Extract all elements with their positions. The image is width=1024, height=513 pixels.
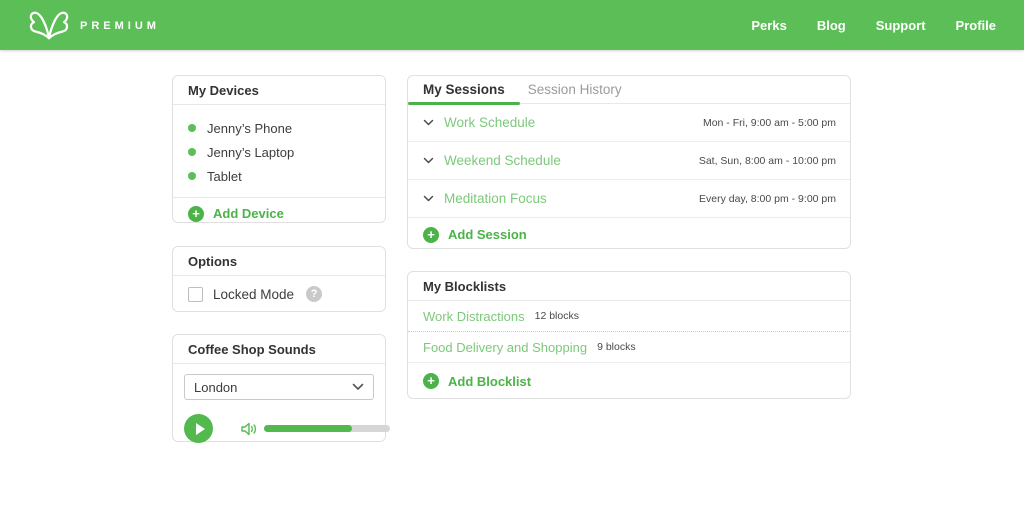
session-name-link[interactable]: Weekend Schedule <box>444 153 561 168</box>
blocklist-row-food-delivery: Food Delivery and Shopping 9 blocks <box>408 332 850 363</box>
session-name-link[interactable]: Work Schedule <box>444 115 535 130</box>
device-row: Jenny’s Phone <box>188 116 370 140</box>
volume-speaker-icon <box>241 422 258 436</box>
add-device-label: Add Device <box>213 206 284 221</box>
my-blocklists-card: My Blocklists Work Distractions 12 block… <box>407 271 851 399</box>
options-card: Options Locked Mode ? <box>172 246 386 312</box>
device-name: Jenny’s Phone <box>207 120 293 136</box>
coffee-shop-sounds-card: Coffee Shop Sounds London <box>172 334 390 443</box>
sounds-body: London <box>173 364 390 443</box>
session-schedule-text: Sat, Sun, 8:00 am - 10:00 pm <box>698 154 836 167</box>
plus-circle-icon: + <box>188 205 204 222</box>
sessions-tabs: My Sessions Session History <box>408 76 850 105</box>
play-icon <box>195 422 205 435</box>
top-header-bar: PREMIUM Perks Blog Support Profile <box>0 0 1024 50</box>
my-blocklists-title: My Blocklists <box>408 272 850 301</box>
my-devices-title: My Devices <box>173 76 385 105</box>
play-button[interactable] <box>184 414 213 443</box>
device-name: Jenny’s Laptop <box>207 144 295 160</box>
nav-perks[interactable]: Perks <box>751 18 786 33</box>
nav-blog[interactable]: Blog <box>817 18 846 33</box>
tab-session-history[interactable]: Session History <box>520 76 637 104</box>
device-name: Tablet <box>207 168 242 184</box>
add-device-button[interactable]: + Add Device <box>173 198 385 229</box>
add-session-button[interactable]: + Add Session <box>408 218 850 251</box>
add-blocklist-button[interactable]: + Add Blocklist <box>408 363 850 399</box>
plus-circle-icon: + <box>423 226 439 243</box>
coffee-shop-sounds-title: Coffee Shop Sounds <box>173 335 385 364</box>
brand-premium-label: PREMIUM <box>80 20 160 32</box>
chevron-down-icon[interactable] <box>423 157 434 164</box>
session-row-weekend-schedule: Weekend Schedule Sat, Sun, 8:00 am - 10:… <box>408 142 850 180</box>
device-row: Tablet <box>188 164 370 188</box>
blocklist-row-work-distractions: Work Distractions 12 blocks <box>408 301 850 332</box>
session-schedule-text: Mon - Fri, 9:00 am - 5:00 pm <box>702 116 836 129</box>
device-online-dot-icon <box>188 124 196 132</box>
player-row <box>184 414 390 443</box>
session-row-meditation-focus: Meditation Focus Every day, 8:00 pm - 9:… <box>408 180 850 218</box>
my-devices-card: My Devices Jenny’s Phone Jenny’s Laptop … <box>172 75 386 223</box>
device-online-dot-icon <box>188 172 196 180</box>
add-blocklist-label: Add Blocklist <box>448 373 532 389</box>
options-title: Options <box>173 247 385 276</box>
blocklist-name-link[interactable]: Food Delivery and Shopping <box>423 340 587 355</box>
tab-my-sessions[interactable]: My Sessions <box>408 76 520 105</box>
blocklist-count-text: 9 blocks <box>597 341 636 353</box>
help-question-icon[interactable]: ? <box>306 286 323 302</box>
chevron-down-icon <box>352 383 364 391</box>
top-navigation: Perks Blog Support Profile <box>751 18 996 33</box>
plus-circle-icon: + <box>423 373 439 389</box>
brand: PREMIUM <box>28 9 160 41</box>
nav-support[interactable]: Support <box>876 18 926 33</box>
device-list: Jenny’s Phone Jenny’s Laptop Tablet <box>173 105 385 198</box>
butterfly-logo-icon <box>29 11 69 40</box>
device-online-dot-icon <box>188 148 196 156</box>
locked-mode-label: Locked Mode <box>213 286 295 302</box>
session-schedule-text: Every day, 8:00 pm - 9:00 pm <box>699 192 836 205</box>
locked-mode-checkbox[interactable] <box>188 286 203 302</box>
add-session-label: Add Session <box>448 227 527 242</box>
blocklist-count-text: 12 blocks <box>534 310 579 322</box>
city-select-value: London <box>194 379 238 395</box>
session-row-work-schedule: Work Schedule Mon - Fri, 9:00 am - 5:00 … <box>408 104 850 142</box>
chevron-down-icon[interactable] <box>423 119 434 126</box>
city-select[interactable]: London <box>184 374 374 400</box>
options-body: Locked Mode ? <box>173 276 385 312</box>
chevron-down-icon[interactable] <box>423 195 434 202</box>
my-sessions-card: My Sessions Session History Work Schedul… <box>407 75 851 249</box>
nav-profile[interactable]: Profile <box>956 18 996 33</box>
volume-fill <box>264 425 353 432</box>
device-row: Jenny’s Laptop <box>188 140 370 164</box>
volume-slider[interactable] <box>264 425 390 432</box>
blocklist-name-link[interactable]: Work Distractions <box>423 309 525 324</box>
session-name-link[interactable]: Meditation Focus <box>444 191 547 206</box>
